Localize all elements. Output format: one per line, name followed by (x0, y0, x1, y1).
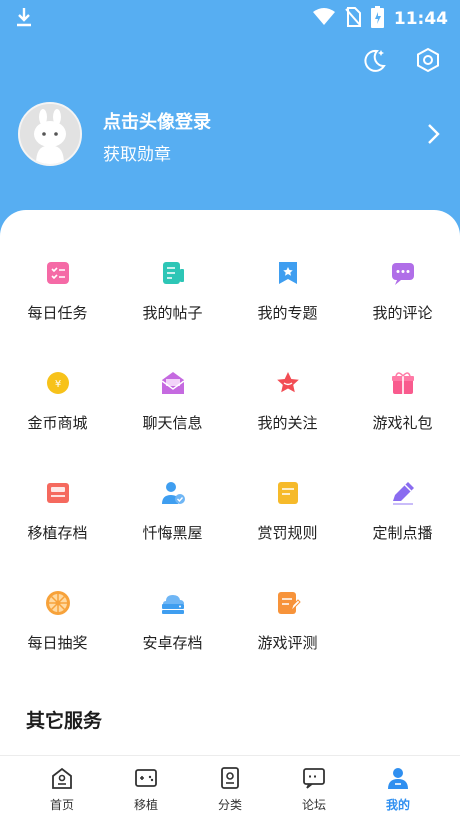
review-icon (275, 590, 301, 616)
tab-label: 首页 (49, 798, 74, 812)
lottery-wheel-icon (45, 590, 71, 616)
bottom-tab-bar: 首页 移植 分类 论坛 我的 (0, 755, 460, 819)
rules-icon (275, 480, 301, 506)
menu-item[interactable]: 赏罚规则 (230, 470, 345, 560)
menu-item-label: 我的评论 (372, 304, 433, 322)
menu-item-label: 聊天信息 (142, 414, 203, 432)
feature-card: 每日任务 我的帖子 我的专题 我的评论 ¥ 金币商城 聊天信息 我的关注 游戏礼包移植存档 忏悔黑… (0, 210, 460, 755)
menu-item[interactable]: 安卓存档 (115, 580, 230, 670)
login-profile-row[interactable]: 点击头像登录 获取勋章 (18, 102, 442, 166)
tab-label: 我的 (385, 798, 410, 812)
user-shield-icon (160, 480, 186, 506)
chat-envelope-icon (160, 370, 186, 396)
tab-label: 分类 (217, 798, 242, 812)
wifi-icon (312, 8, 335, 30)
tab-label: 移植 (133, 798, 158, 812)
menu-item[interactable]: 定制点播 (345, 470, 460, 560)
menu-item[interactable]: 游戏评测 (230, 580, 345, 670)
pencil-icon (390, 480, 416, 506)
gift-icon (390, 370, 416, 396)
avatar[interactable] (18, 102, 82, 166)
category-icon (218, 766, 242, 790)
cloud-drive-icon (160, 590, 186, 616)
menu-item-label: 移植存档 (27, 524, 88, 542)
menu-item-label: 赏罚规则 (257, 524, 318, 542)
clock-time: 11:44 (393, 9, 448, 29)
save-card-icon (45, 480, 71, 506)
chevron-right-icon[interactable] (424, 122, 442, 146)
download-icon (14, 6, 34, 32)
menu-item-label: 我的专题 (257, 304, 318, 322)
menu-item-label: 游戏评测 (257, 634, 318, 652)
posts-icon (160, 260, 186, 286)
menu-item[interactable]: 我的评论 (345, 250, 460, 340)
menu-item-label: 我的关注 (257, 414, 318, 432)
menu-item-label: 定制点播 (372, 524, 433, 542)
menu-item-label: 每日任务 (27, 304, 88, 322)
menu-item-label: 每日抽奖 (27, 634, 88, 652)
settings-hexagon-icon[interactable] (414, 46, 442, 74)
menu-item-label: 我的帖子 (142, 304, 203, 322)
tab-category[interactable]: 分类 (184, 756, 276, 819)
profile-icon (386, 766, 410, 790)
menu-item[interactable]: 每日抽奖 (0, 580, 115, 670)
menu-item[interactable]: 我的帖子 (115, 250, 230, 340)
tab-label: 论坛 (301, 798, 326, 812)
topic-bookmark-icon (275, 260, 301, 286)
menu-item[interactable]: 我的关注 (230, 360, 345, 450)
menu-item[interactable]: ¥ 金币商城 (0, 360, 115, 450)
badge-prompt: 获取勋章 (103, 145, 171, 165)
home-icon (50, 766, 74, 790)
gamepad-icon (134, 766, 158, 790)
menu-item-label: 游戏礼包 (372, 414, 433, 432)
tab-profile[interactable]: 我的 (352, 756, 444, 819)
menu-item[interactable]: 我的专题 (230, 250, 345, 340)
coin-icon: ¥ (45, 370, 71, 396)
tab-forum[interactable]: 论坛 (268, 756, 360, 819)
night-mode-icon[interactable] (360, 46, 388, 74)
menu-item[interactable]: 每日任务 (0, 250, 115, 340)
star-icon (275, 370, 301, 396)
battery-icon (370, 6, 384, 32)
section-title: 其它服务 (26, 710, 103, 732)
menu-item-label: 金币商城 (27, 414, 88, 432)
menu-item[interactable]: 聊天信息 (115, 360, 230, 450)
menu-item[interactable]: 忏悔黑屋 (115, 470, 230, 560)
status-bar: 11:44 (0, 0, 460, 34)
comment-icon (390, 260, 416, 286)
forum-icon (302, 766, 326, 790)
menu-item-label: 忏悔黑屋 (142, 524, 203, 542)
menu-item-label: 安卓存档 (142, 634, 203, 652)
no-sim-icon (345, 7, 361, 31)
menu-item[interactable]: 游戏礼包 (345, 360, 460, 450)
svg-text:¥: ¥ (55, 379, 61, 390)
tab-gamepad[interactable]: 移植 (100, 756, 192, 819)
task-list-icon (45, 260, 71, 286)
menu-item[interactable]: 移植存档 (0, 470, 115, 560)
tab-home[interactable]: 首页 (16, 756, 108, 819)
login-prompt[interactable]: 点击头像登录 (103, 108, 211, 134)
